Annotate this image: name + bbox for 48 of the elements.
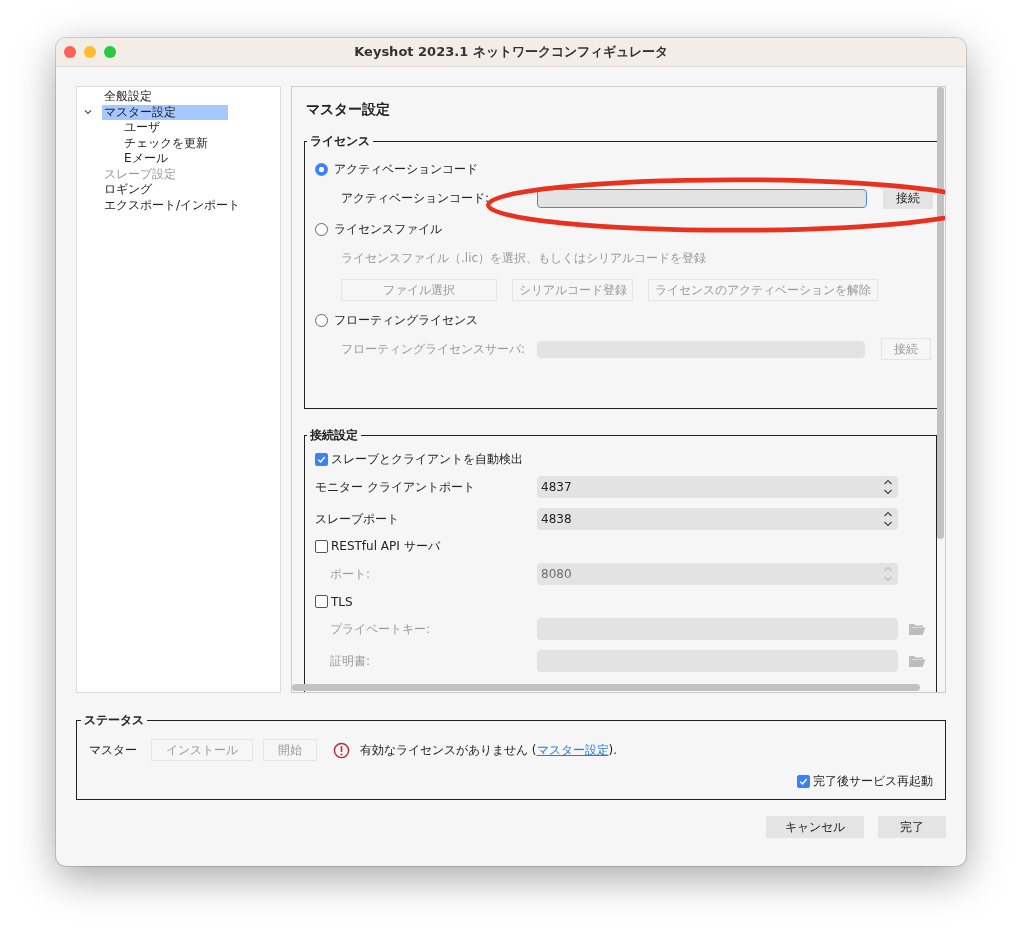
tree-item[interactable]: Eメール	[122, 151, 170, 167]
field-label: スレーブポート	[315, 510, 400, 528]
checkbox[interactable]	[315, 595, 328, 608]
number-field[interactable]: 4837	[537, 476, 898, 498]
field-label: 証明書:	[329, 652, 372, 670]
radio-label: ライセンスファイル	[334, 220, 442, 238]
field-label: プライベートキー:	[329, 620, 432, 638]
dialog-button[interactable]: 完了	[878, 816, 946, 838]
checkbox[interactable]	[315, 540, 328, 553]
page-title: マスター設定	[305, 100, 391, 119]
status-message: 有効なライセンスがありません (マスター設定).	[360, 741, 617, 759]
checkbox-label: スレーブとクライアントを自動検出	[331, 451, 523, 468]
settings-link[interactable]: マスター設定	[536, 742, 609, 757]
group-title: ライセンス	[309, 133, 371, 150]
folder-icon[interactable]	[908, 622, 926, 636]
warning-icon	[333, 741, 350, 759]
window-title: Keyshot 2023.1 ネットワークコンフィギュレータ	[354, 43, 668, 61]
number-field[interactable]: 4838	[537, 508, 898, 530]
zoom-button[interactable]	[104, 46, 116, 58]
group-title: ステータス	[83, 712, 145, 729]
tree-item[interactable]: エクスポート/インポート	[102, 197, 243, 213]
stepper-icon[interactable]	[882, 509, 894, 529]
radio-label: フローティングライセンス	[334, 311, 478, 329]
field-label: アクティベーションコード:	[341, 189, 491, 207]
tree-item[interactable]: ロギング	[102, 182, 154, 198]
tree-item[interactable]: チェックを更新	[122, 135, 210, 151]
field-label: モニター クライアントポート	[315, 478, 476, 496]
field-label: フローティングライセンスサーバ:	[341, 340, 527, 358]
stepper-icon[interactable]	[882, 477, 894, 497]
tree-item[interactable]: マスター設定	[102, 104, 228, 120]
status-label: マスター	[89, 741, 137, 759]
checkbox[interactable]	[797, 775, 810, 788]
checkbox-label: 完了後サービス再起動	[813, 773, 933, 790]
tree-item[interactable]: ユーザ	[122, 120, 162, 136]
checkbox-label: RESTful API サーバ	[331, 538, 440, 555]
radio-button[interactable]	[315, 162, 328, 176]
tree-item[interactable]: 全般設定	[102, 89, 154, 105]
group-title: 接続設定	[309, 427, 359, 444]
checkbox-label: TLS	[331, 594, 353, 609]
folder-icon[interactable]	[908, 654, 926, 668]
checkbox[interactable]	[315, 453, 328, 466]
horizontal-scrollbar[interactable]	[292, 684, 920, 691]
close-button[interactable]	[64, 46, 76, 58]
radio-label: アクティベーションコード	[334, 160, 478, 178]
field-label: ポート:	[329, 565, 372, 583]
dialog-button[interactable]: キャンセル	[766, 816, 864, 838]
description-text: ライセンスファイル（.lic）を選択、もしくはシリアルコードを登録	[340, 250, 708, 267]
input-field[interactable]	[537, 188, 867, 208]
